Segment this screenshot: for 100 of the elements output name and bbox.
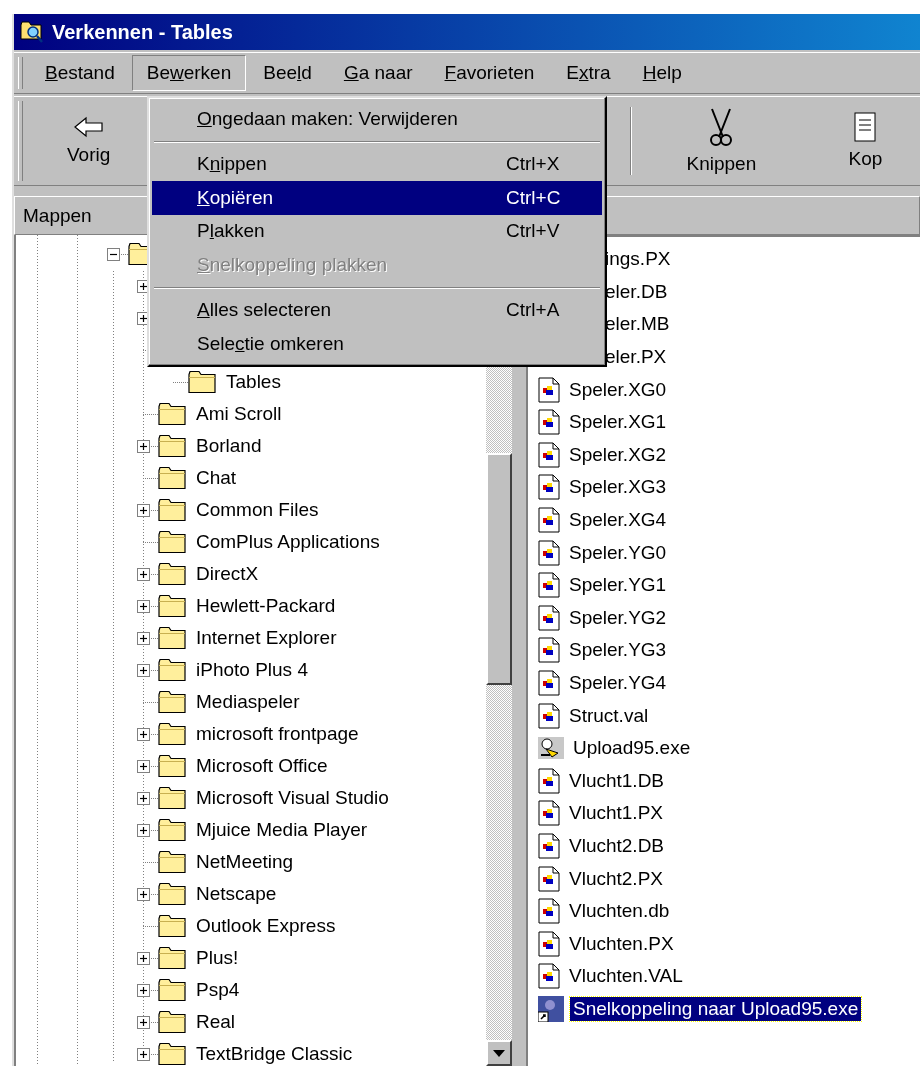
file-name[interactable]: Struct.val [566, 703, 652, 728]
menu-item[interactable]: Ongedaan maken: Verwijderen [152, 102, 602, 136]
back-arrow-icon [73, 116, 104, 138]
document-icon [538, 376, 560, 403]
document-icon [538, 702, 560, 729]
toolbar-button[interactable]: Vorig [34, 97, 144, 185]
file-name[interactable]: Vlucht2.PX [566, 866, 666, 891]
expand-icon[interactable] [137, 439, 150, 453]
menu-item[interactable]: Ga naar [328, 55, 428, 91]
menu-item[interactable]: Favorieten [429, 55, 550, 91]
expand-icon[interactable] [137, 567, 150, 581]
folder-icon [158, 946, 186, 970]
folder-icon [158, 562, 186, 586]
scroll-down-button[interactable] [486, 1040, 512, 1066]
file-name[interactable]: Speler.XG1 [566, 410, 670, 435]
expand-icon[interactable] [137, 599, 150, 613]
file-name[interactable]: Vluchten.PX [566, 931, 677, 956]
expand-icon[interactable] [137, 503, 150, 517]
file-name[interactable]: Speler.YG4 [566, 671, 670, 695]
menu-item[interactable]: Selectie omkeren [152, 327, 602, 361]
menu-item[interactable]: Alles selecteren Ctrl+A [152, 293, 602, 327]
folder-icon [158, 818, 186, 842]
expand-icon[interactable] [137, 727, 150, 741]
menu-item[interactable]: Plakken Ctrl+V [152, 214, 602, 248]
expand-icon[interactable] [137, 631, 150, 645]
expand-icon[interactable] [137, 663, 150, 677]
folder-label[interactable]: Plus! [194, 946, 241, 970]
menu-item[interactable]: Bewerken [131, 55, 247, 91]
expand-icon[interactable] [137, 759, 150, 773]
folder-label[interactable]: Common Files [194, 498, 321, 522]
folder-icon [158, 594, 186, 618]
document-icon [538, 800, 560, 827]
document-icon [854, 112, 877, 142]
folder-label[interactable]: TextBridge Classic [194, 1042, 355, 1066]
scissors-icon [708, 107, 735, 147]
expand-icon[interactable] [137, 791, 150, 805]
expand-icon[interactable] [137, 1047, 150, 1061]
menu-item[interactable]: Beeld [248, 55, 327, 91]
file-name[interactable]: Vlucht1.DB [566, 768, 668, 793]
folder-label[interactable]: Mjuice Media Player [194, 818, 370, 842]
expand-icon[interactable] [137, 887, 150, 901]
file-name[interactable]: Speler.YG2 [566, 605, 670, 630]
menu-item[interactable]: Bestand [30, 55, 130, 91]
folder-icon [158, 978, 186, 1002]
folder-icon [158, 658, 186, 682]
file-name[interactable]: Vlucht1.PX [566, 801, 666, 826]
folder-label[interactable]: Netscape [194, 882, 279, 906]
folder-label[interactable]: Borland [194, 434, 264, 458]
folder-label[interactable]: Mediaspeler [194, 690, 302, 714]
file-name[interactable]: Speler.YG0 [566, 540, 670, 565]
shortcut-icon [538, 995, 564, 1022]
folder-label[interactable]: Hewlett-Packard [194, 594, 338, 618]
file-name[interactable]: Speler.XG2 [566, 442, 670, 467]
toolbar-button[interactable]: Kop [810, 97, 920, 185]
file-name[interactable]: Speler.XG0 [566, 377, 670, 402]
toolbar-button[interactable]: Knippen [631, 97, 811, 185]
document-icon [538, 898, 560, 925]
expand-icon[interactable] [137, 1015, 150, 1029]
menu-item[interactable]: Extra [551, 55, 626, 91]
collapse-icon[interactable] [107, 247, 120, 261]
folder-label[interactable]: Outlook Express [194, 914, 338, 938]
folder-icon [158, 786, 186, 810]
document-icon [538, 441, 560, 468]
folder-label[interactable]: DirectX [194, 562, 261, 586]
expand-icon[interactable] [137, 983, 150, 997]
menu-item[interactable]: Knippen Ctrl+X [152, 147, 602, 181]
file-name[interactable]: Snelkoppeling naar Upload95.exe [570, 996, 862, 1021]
folder-label[interactable]: ComPlus Applications [194, 530, 382, 554]
menu-item[interactable]: Help [627, 55, 697, 91]
expand-icon[interactable] [137, 823, 150, 837]
file-name[interactable]: Speler.XG3 [566, 475, 670, 500]
folder-label[interactable]: Chat [194, 466, 239, 490]
folder-label[interactable]: Microsoft Visual Studio [194, 786, 391, 810]
folder-label[interactable]: iPhoto Plus 4 [194, 658, 310, 682]
file-name[interactable]: Speler.YG3 [566, 638, 670, 663]
file-name[interactable]: Speler.YG1 [566, 573, 670, 598]
document-icon [538, 865, 560, 892]
file-name[interactable]: Vluchten.VAL [566, 964, 686, 989]
menu-item[interactable]: Kopiëren Ctrl+C [152, 181, 602, 215]
folder-icon [158, 402, 186, 426]
folder-label[interactable]: NetMeeting [194, 850, 296, 874]
folder-label[interactable]: Tables [224, 370, 283, 394]
folder-label[interactable]: Real [194, 1010, 238, 1034]
file-name[interactable]: Upload95.exe [570, 736, 694, 761]
folder-label[interactable]: Microsoft Office [194, 754, 330, 778]
expand-icon[interactable] [137, 951, 150, 965]
folder-label[interactable]: Ami Scroll [194, 402, 284, 426]
folder-icon [158, 850, 186, 874]
folder-icon [158, 882, 186, 906]
document-icon [538, 833, 560, 859]
folder-label[interactable]: microsoft frontpage [194, 722, 361, 746]
file-name[interactable]: Speler.XG4 [566, 508, 670, 533]
folder-label[interactable]: Psp4 [194, 978, 242, 1002]
file-name[interactable]: Vlucht2.DB [566, 834, 668, 858]
folder-label[interactable]: Internet Explorer [194, 626, 339, 650]
file-name[interactable]: Vluchten.db [566, 899, 673, 924]
program-icon [538, 735, 564, 762]
scroll-thumb[interactable] [486, 453, 512, 685]
down-arrow-icon [493, 1049, 505, 1057]
document-icon [538, 930, 560, 957]
